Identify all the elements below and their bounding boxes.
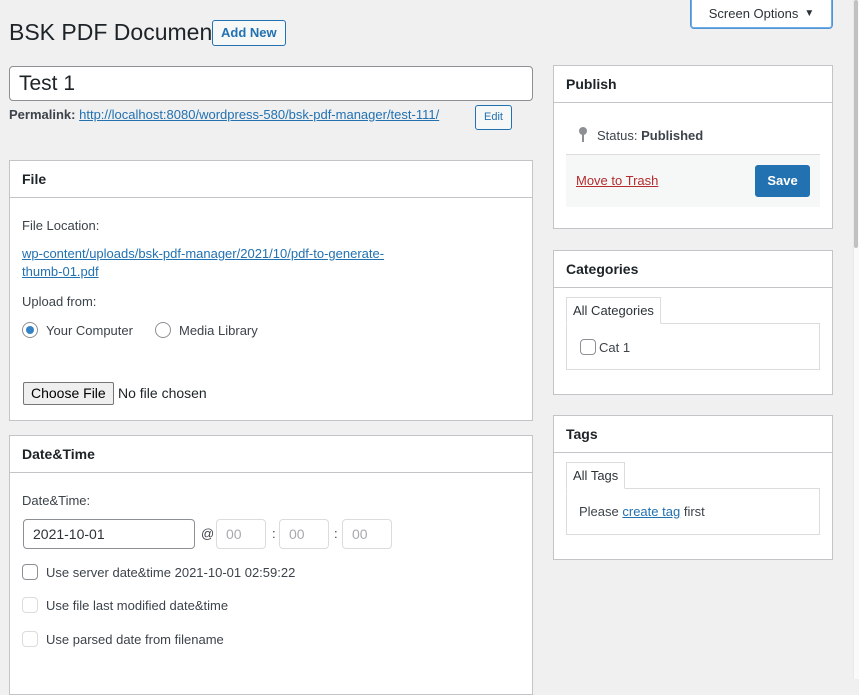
radio-media-library[interactable] xyxy=(155,322,171,338)
use-server-datetime-checkbox[interactable] xyxy=(22,564,38,580)
second-input[interactable]: 00 xyxy=(342,519,392,549)
category-checkbox[interactable] xyxy=(580,339,596,355)
file-location-label: File Location: xyxy=(22,218,100,233)
tags-box-title: Tags xyxy=(554,416,832,453)
use-server-datetime-label: Use server date&time 2021-10-01 02:59:22 xyxy=(46,565,296,580)
publish-actions: Move to Trash Save xyxy=(566,154,820,207)
edit-permalink-button[interactable]: Edit xyxy=(475,105,512,130)
caret-down-icon: ▼ xyxy=(804,8,815,19)
screen-options-button[interactable]: Screen Options ▼ xyxy=(690,0,833,29)
tags-message: Please create tag first xyxy=(579,504,705,519)
use-parsed-date-label: Use parsed date from filename xyxy=(46,632,224,647)
use-file-modified-checkbox[interactable] xyxy=(22,597,38,613)
use-parsed-date-checkbox[interactable] xyxy=(22,631,38,647)
add-new-button[interactable]: Add New xyxy=(212,20,286,46)
post-title-input[interactable]: Test 1 xyxy=(9,66,533,101)
datetime-box: Date&Time Date&Time: 2021-10-01 @ 00 : 0… xyxy=(9,435,533,695)
choose-file-button[interactable]: Choose File xyxy=(23,382,114,405)
page-title: BSK PDF Document xyxy=(9,19,219,45)
at-sign: @ xyxy=(201,526,215,541)
use-file-modified-label: Use file last modified date&time xyxy=(46,598,229,613)
datetime-box-title: Date&Time xyxy=(10,436,532,473)
publish-box-title: Publish xyxy=(554,66,832,103)
category-label: Cat 1 xyxy=(599,340,631,355)
file-location-link-1[interactable]: wp-content/uploads/bsk-pdf-manager/2021/… xyxy=(22,246,384,261)
categories-box-title: Categories xyxy=(554,251,832,288)
minute-input[interactable]: 00 xyxy=(279,519,329,549)
scrollbar-thumb[interactable] xyxy=(854,0,858,248)
tags-box: Tags All Tags Please create tag first xyxy=(553,415,833,560)
tab-all-tags[interactable]: All Tags xyxy=(566,462,626,489)
tags-panel: Please create tag first xyxy=(566,488,820,535)
move-to-trash-link[interactable]: Move to Trash xyxy=(576,173,658,188)
status-label: Status: xyxy=(597,127,638,143)
categories-panel: Cat 1 xyxy=(566,323,820,370)
create-tag-link[interactable]: create tag xyxy=(622,504,680,519)
radio-media-library-label: Media Library xyxy=(179,323,258,338)
hour-input[interactable]: 00 xyxy=(216,519,266,549)
pin-icon xyxy=(579,127,587,143)
status-row: Status: Published xyxy=(579,127,703,143)
radio-your-computer-label: Your Computer xyxy=(46,323,133,338)
save-button[interactable]: Save xyxy=(755,165,810,197)
radio-your-computer[interactable] xyxy=(22,322,38,338)
permalink: Permalink: http://localhost:8080/wordpre… xyxy=(9,107,439,122)
tags-message-after: first xyxy=(683,504,705,519)
file-box: File File Location: wp-content/uploads/b… xyxy=(9,160,533,421)
time-separator: : xyxy=(334,526,338,541)
time-separator: : xyxy=(272,526,276,541)
tags-message-before: Please xyxy=(579,504,619,519)
permalink-label: Permalink: xyxy=(9,107,76,122)
permalink-link[interactable]: http://localhost:8080/wordpress-580/bsk-… xyxy=(79,107,439,122)
screen-options-label: Screen Options xyxy=(708,6,799,21)
publish-box: Publish Status: Published Move to Trash … xyxy=(553,65,833,229)
datetime-label: Date&Time: xyxy=(22,493,91,508)
file-location-link-2[interactable]: thumb-01.pdf xyxy=(22,264,99,279)
status-value: Published xyxy=(641,127,704,143)
upload-from-label: Upload from: xyxy=(22,294,97,309)
categories-box: Categories All Categories Cat 1 xyxy=(553,250,833,395)
tab-all-categories[interactable]: All Categories xyxy=(566,297,661,324)
file-box-title: File xyxy=(10,161,532,198)
no-file-chosen-text: No file chosen xyxy=(118,385,207,401)
date-input[interactable]: 2021-10-01 xyxy=(23,519,195,549)
